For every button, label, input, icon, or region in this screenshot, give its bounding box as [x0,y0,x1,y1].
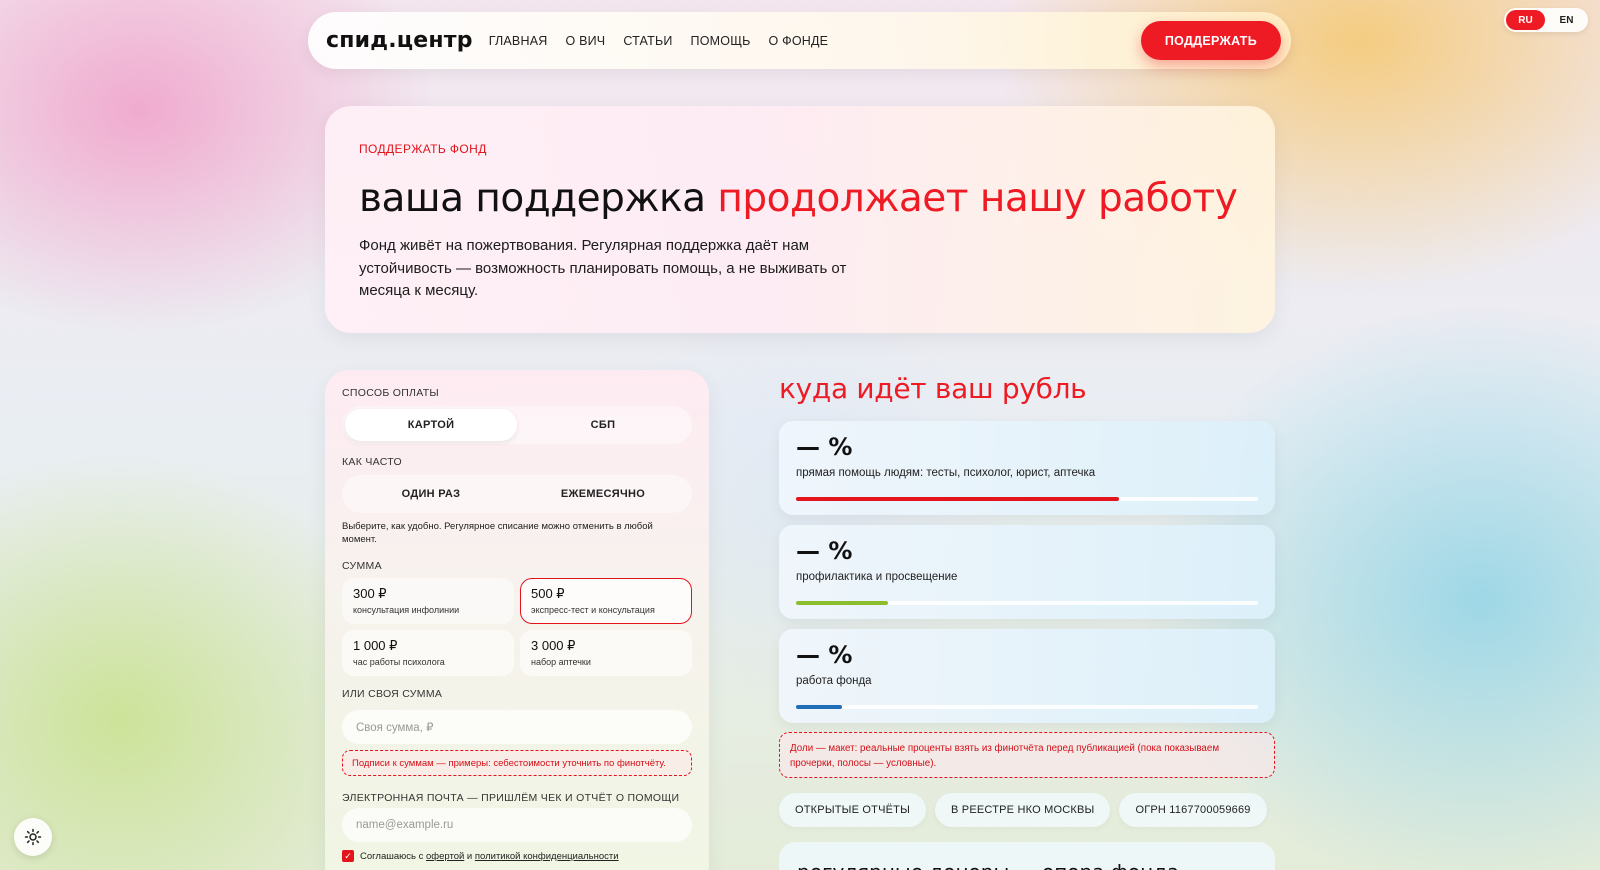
amount-option-3000[interactable]: 3 000 ₽ набор аптечки [520,630,692,676]
allocation-percent: — % [796,537,853,565]
support-button[interactable]: ПОДДЕРЖАТЬ [1140,21,1281,60]
trust-chips: ОТКРЫТЫЕ ОТЧЁТЫ В РЕЕСТРЕ НКО МОСКВЫ ОГР… [779,793,1267,827]
amount-warning: Подписи к суммам — примеры: себестоимост… [342,750,692,776]
amount-value: 3 000 ₽ [531,638,576,653]
custom-amount-label: ИЛИ СВОЯ СУММА [342,688,443,700]
allocation-bar-track [796,705,1258,709]
nav-home[interactable]: ГЛАВНАЯ [489,34,548,48]
allocation-bar-fill [796,601,889,605]
consent-row: ✓ Соглашаюсь с офертой и политикой конфи… [342,850,619,862]
consent-checkbox[interactable]: ✓ [342,850,354,862]
frequency-hint: Выберите, как удобно. Регулярное списани… [342,521,653,545]
amount-description: консультация инфолинии [353,605,460,615]
hero-eyebrow: ПОДДЕРЖАТЬ ФОНД [359,142,487,156]
email-label: ЭЛЕКТРОННАЯ ПОЧТА — ПРИШЛЁМ ЧЕК И ОТЧЁТ … [342,792,680,804]
sun-icon[interactable] [14,818,52,856]
hero-card: ПОДДЕРЖАТЬ ФОНД ваша поддержка продолжае… [325,106,1275,333]
regular-donors-title: регулярные доноры — опора фонда [797,860,1257,870]
email-input[interactable]: name@example.ru [342,808,692,842]
offer-link[interactable]: офертой [426,851,464,862]
where-money-goes-title: куда идёт ваш рубль [779,372,1087,405]
hero-title-accent: продолжает нашу работу [717,176,1238,221]
consent-and: и [464,850,475,862]
allocation-card-direct-help: — % прямая помощь людям: тесты, психолог… [779,421,1275,515]
amount-option-300[interactable]: 300 ₽ консультация инфолинии [342,578,514,624]
amount-value: 500 ₽ [531,586,565,601]
site-logo[interactable]: спид.центр [326,28,473,53]
nav-help[interactable]: ПОМОЩЬ [691,34,751,48]
allocation-card-operations: — % работа фонда [779,629,1275,723]
regular-donors-card: регулярные доноры — опора фонда [779,842,1275,870]
chip-nko-registry[interactable]: В РЕЕСТРЕ НКО МОСКВЫ [935,793,1111,827]
language-switch: RU EN [1504,8,1588,32]
privacy-policy-link[interactable]: политикой конфиденциальности [475,851,619,862]
donation-form: СПОСОБ ОПЛАТЫ КАРТОЙ СБП КАК ЧАСТО ОДИН … [325,370,709,870]
amount-value: 1 000 ₽ [353,638,398,653]
consent-prefix: Соглашаюсь с [360,850,426,862]
amount-option-1000[interactable]: 1 000 ₽ час работы психолога [342,630,514,676]
hero-text: Фонд живёт на пожертвования. Регулярная … [359,237,847,299]
nav-about-fund[interactable]: О ФОНДЕ [769,34,829,48]
allocation-bar-track [796,601,1258,605]
main-nav: ГЛАВНАЯ О ВИЧ СТАТЬИ ПОМОЩЬ О ФОНДЕ [489,34,828,48]
custom-amount-input[interactable]: Своя сумма, ₽ [342,710,692,744]
hero-title-main: ваша поддержка [359,176,718,221]
payment-method-label: СПОСОБ ОПЛАТЫ [342,387,440,399]
lang-en-button[interactable]: EN [1547,10,1586,30]
frequency-toggle: ОДИН РАЗ ЕЖЕМЕСЯЧНО [342,475,692,513]
chip-ogrn[interactable]: ОГРН 1167700059669 [1119,793,1267,827]
hero-title: ваша поддержка продолжает нашу работу [359,176,1241,221]
freq-once-option[interactable]: ОДИН РАЗ [345,478,517,510]
amount-description: набор аптечки [531,657,591,667]
amount-description: экспресс-тест и консультация [531,605,655,615]
top-navigation: спид.центр ГЛАВНАЯ О ВИЧ СТАТЬИ ПОМОЩЬ О… [308,12,1291,69]
nav-articles[interactable]: СТАТЬИ [623,34,672,48]
allocation-card-prevention: — % профилактика и просвещение [779,525,1275,619]
allocation-percent: — % [796,641,853,669]
amount-option-500[interactable]: 500 ₽ экспресс-тест и консультация [520,578,692,624]
method-card-option[interactable]: КАРТОЙ [345,409,517,441]
allocation-disclaimer: Доли — макет: реальные проценты взять из… [779,732,1275,778]
lang-ru-button[interactable]: RU [1506,10,1545,30]
frequency-label: КАК ЧАСТО [342,456,402,468]
nav-about-hiv[interactable]: О ВИЧ [565,34,605,48]
consent-text: Соглашаюсь с офертой и политикой конфиде… [360,851,619,862]
allocation-bar-track [796,497,1258,501]
amount-options: 300 ₽ консультация инфолинии 500 ₽ экспр… [342,578,692,676]
amount-description: час работы психолога [353,657,445,667]
allocation-label: прямая помощь людям: тесты, психолог, юр… [796,467,1096,479]
amount-value: 300 ₽ [353,586,387,601]
allocation-label: работа фонда [796,675,872,687]
allocation-bar-fill [796,497,1120,501]
allocation-label: профилактика и просвещение [796,571,958,583]
freq-monthly-option[interactable]: ЕЖЕМЕСЯЧНО [517,478,689,510]
method-sbp-option[interactable]: СБП [517,409,689,441]
amount-label: СУММА [342,560,382,572]
allocation-bar-fill [796,705,843,709]
chip-open-reports[interactable]: ОТКРЫТЫЕ ОТЧЁТЫ [779,793,927,827]
payment-method-toggle: КАРТОЙ СБП [342,406,692,444]
allocation-percent: — % [796,433,853,461]
